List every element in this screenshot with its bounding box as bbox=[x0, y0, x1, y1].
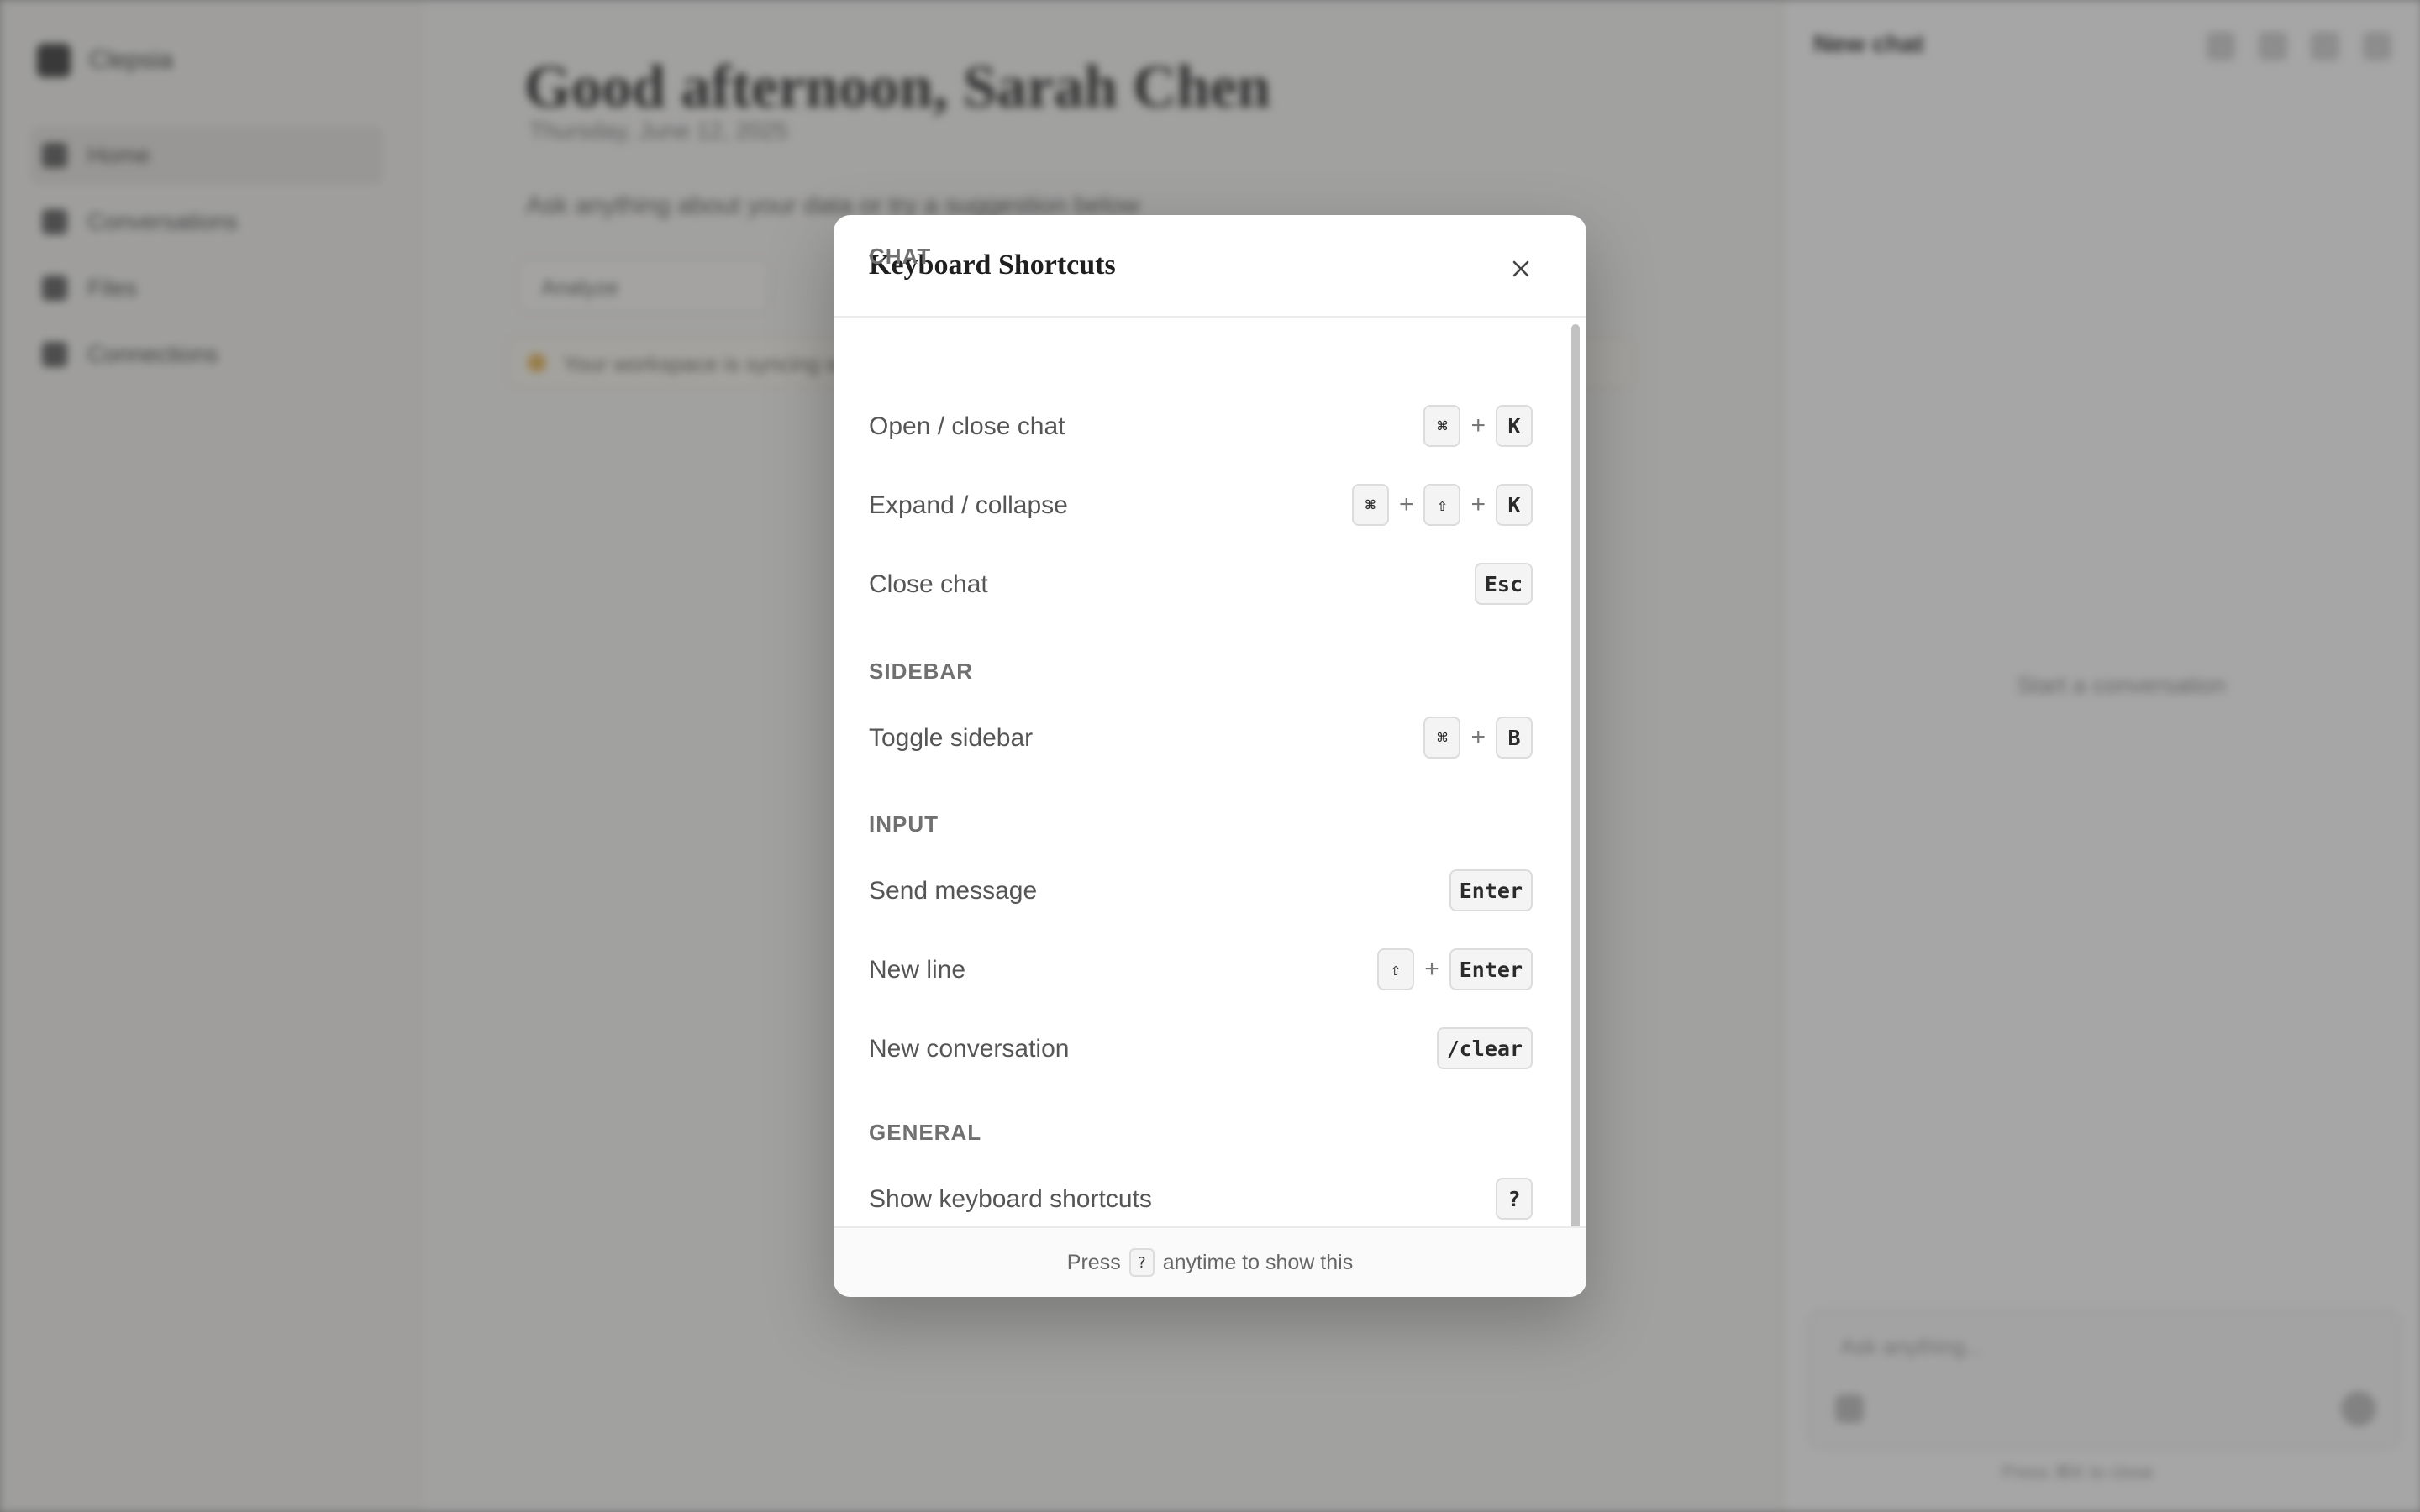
shortcut-label: Toggle sidebar bbox=[869, 724, 1034, 752]
keyboard-shortcuts-modal: Keyboard Shortcuts CHAT Open / close cha… bbox=[834, 215, 1586, 1297]
plus-sign: + bbox=[1470, 491, 1486, 518]
shortcut-keys: ⌘ + ⇧ + K bbox=[1351, 484, 1533, 526]
section-title-sidebar: SIDEBAR bbox=[869, 659, 974, 684]
kbd-key: Enter bbox=[1449, 869, 1533, 911]
kbd-key: ⌘ bbox=[1351, 484, 1389, 526]
plus-sign: + bbox=[1470, 412, 1486, 439]
shortcut-keys: ⌘ + B bbox=[1423, 717, 1533, 759]
kbd-key: Esc bbox=[1474, 563, 1533, 605]
kbd-key: B bbox=[1496, 717, 1533, 759]
shortcut-label: Open / close chat bbox=[869, 412, 1065, 440]
kbd-key: ⇧ bbox=[1423, 484, 1461, 526]
shortcut-label: Send message bbox=[869, 877, 1038, 905]
footer-text-suffix: anytime to show this bbox=[1162, 1250, 1354, 1274]
kbd-key: ⇧ bbox=[1377, 948, 1415, 990]
shortcut-keys: Enter bbox=[1449, 869, 1533, 911]
shortcut-label: New conversation bbox=[869, 1035, 1070, 1063]
kbd-key: ⌘ bbox=[1423, 405, 1461, 447]
section-title-input: INPUT bbox=[869, 811, 939, 837]
shortcut-label: Close chat bbox=[869, 570, 988, 598]
shortcuts-list: CHAT Open / close chat ⌘ + K Expand / co… bbox=[834, 245, 1586, 1297]
close-icon bbox=[1512, 260, 1529, 277]
plus-sign: + bbox=[1398, 491, 1414, 518]
kbd-key: K bbox=[1496, 405, 1533, 447]
shortcut-label: Expand / collapse bbox=[869, 491, 1068, 519]
kbd-key: ⌘ bbox=[1423, 717, 1461, 759]
kbd-key: /clear bbox=[1436, 1027, 1533, 1069]
footer-text-prefix: Press bbox=[1066, 1250, 1121, 1274]
kbd-key: K bbox=[1496, 484, 1533, 526]
scrollbar[interactable] bbox=[1571, 324, 1580, 1297]
shortcut-keys: ⌘ + K bbox=[1423, 405, 1533, 447]
modal-footer: Press ? anytime to show this bbox=[834, 1226, 1586, 1297]
kbd-key: ? bbox=[1128, 1248, 1155, 1277]
shortcut-keys: /clear bbox=[1436, 1027, 1533, 1069]
kbd-key: Enter bbox=[1449, 948, 1533, 990]
close-button[interactable] bbox=[1497, 245, 1544, 292]
shortcut-keys: Esc bbox=[1474, 563, 1533, 605]
plus-sign: + bbox=[1470, 723, 1486, 751]
shortcut-label: New line bbox=[869, 956, 966, 984]
shortcut-keys: ⇧ + Enter bbox=[1377, 948, 1533, 990]
section-title-chat: CHAT bbox=[869, 244, 932, 269]
plus-sign: + bbox=[1424, 955, 1439, 983]
modal-header: Keyboard Shortcuts bbox=[834, 215, 1586, 318]
